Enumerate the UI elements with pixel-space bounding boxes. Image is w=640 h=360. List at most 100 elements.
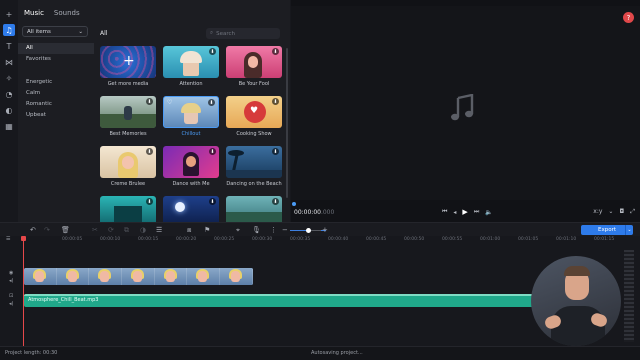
download-icon[interactable]: ⬇: [209, 48, 216, 55]
color-adjust-icon[interactable]: ◑: [140, 226, 146, 234]
next-frame-icon[interactable]: ⏭: [474, 208, 479, 216]
card-label: Chillout: [181, 131, 201, 137]
stickers-icon[interactable]: ◐: [3, 104, 15, 116]
fullscreen-icon[interactable]: ⤢: [630, 208, 635, 216]
undo-icon[interactable]: ↶: [30, 226, 36, 234]
media-card-best-memories[interactable]: ⬇ Best Memories: [100, 96, 156, 146]
cut-icon[interactable]: ✂: [92, 226, 98, 234]
zoom-slider-track-rest: [311, 230, 321, 231]
media-card-11[interactable]: ⬇: [163, 196, 219, 222]
zoom-in-icon[interactable]: +: [322, 226, 328, 234]
video-clip[interactable]: [24, 268, 253, 285]
download-icon[interactable]: ⬇: [272, 148, 279, 155]
preview-player: ? 00:00:00.000 ⏮ ◂ ▶ ⏭ 🔈 x:y ⌄ ◘ ⤢: [291, 0, 640, 222]
category-calm[interactable]: Calm: [18, 88, 94, 99]
search-input[interactable]: ⌕ Search: [206, 28, 280, 39]
chevron-down-icon[interactable]: ⌄: [608, 208, 613, 216]
download-icon[interactable]: ⬇: [272, 198, 279, 205]
thumbnail: ⬇: [100, 196, 156, 222]
download-icon[interactable]: ⬇: [146, 148, 153, 155]
thumbnail: ⬇: [163, 196, 219, 222]
category-favorites[interactable]: Favorites: [18, 54, 94, 65]
download-icon[interactable]: ⬇: [209, 198, 216, 205]
audio-track-mute-icon[interactable]: ◂): [9, 301, 13, 307]
video-track-mute-icon[interactable]: ◂): [9, 278, 13, 284]
snapshot-icon[interactable]: ◘: [619, 208, 624, 216]
preview-scrubber[interactable]: [292, 202, 296, 206]
media-card-cooking-show[interactable]: ♥ ⬇ Cooking Show: [226, 96, 282, 146]
marker-flag-icon[interactable]: ⚑: [204, 226, 210, 234]
items-filter-dropdown[interactable]: All items ⌄: [22, 26, 88, 37]
media-card-12[interactable]: ⬇: [226, 196, 282, 222]
transitions-icon[interactable]: ⋈: [3, 56, 15, 68]
category-upbeat[interactable]: Upbeat: [18, 110, 94, 121]
library-panel: Music Sounds All items ⌄ All Favorites E…: [18, 0, 290, 222]
download-icon[interactable]: ⬇: [146, 98, 153, 105]
download-icon[interactable]: ⬇: [272, 98, 279, 105]
timeline-playhead[interactable]: [23, 236, 24, 346]
previous-frame-icon[interactable]: ⏮: [442, 208, 447, 216]
heart-icon: ♥: [250, 106, 259, 116]
clip-frame: [89, 268, 123, 285]
thumbnail: ⬇: [163, 146, 219, 178]
media-card-attention[interactable]: ⬇ Attention: [163, 46, 219, 96]
step-back-icon[interactable]: ◂: [453, 209, 456, 216]
download-icon[interactable]: ⬇: [208, 99, 215, 106]
category-energetic[interactable]: Energetic: [18, 77, 94, 88]
play-icon[interactable]: ▶: [462, 208, 467, 216]
audio-level-meter: [624, 250, 634, 342]
download-icon[interactable]: ⬇: [146, 198, 153, 205]
thumbnail: ⬇: [226, 46, 282, 78]
more-tools-icon[interactable]: ▦: [3, 120, 15, 132]
ruler-tick: 00:00:30: [252, 237, 273, 242]
download-icon[interactable]: ⬇: [209, 148, 216, 155]
media-card-dancing-on-the-beach[interactable]: ⬇ Dancing on the Beach: [226, 146, 282, 196]
category-all[interactable]: All: [18, 43, 94, 54]
location-pin-icon[interactable]: ⌖: [236, 226, 240, 235]
add-icon[interactable]: +: [3, 8, 15, 20]
aspect-ratio-select[interactable]: x:y: [593, 208, 602, 216]
media-card-get-more[interactable]: + Get more media: [100, 46, 156, 96]
card-label: Dance with Me: [172, 181, 210, 187]
help-button[interactable]: ?: [623, 12, 634, 23]
media-card-10[interactable]: ⬇: [100, 196, 156, 222]
rotate-icon[interactable]: ⟳: [108, 226, 114, 234]
overlay-icon[interactable]: ⧈: [187, 226, 191, 235]
media-card-creme-brulee[interactable]: ⬇ Creme Brulee: [100, 146, 156, 196]
volume-icon[interactable]: 🔈: [485, 209, 492, 216]
tab-music[interactable]: Music: [24, 9, 44, 17]
time-ruler[interactable]: 00:00:05 00:00:10 00:00:15 00:00:20 00:0…: [22, 236, 614, 244]
favorite-icon[interactable]: ♡: [167, 99, 172, 106]
track-list-icon[interactable]: ☰: [6, 236, 10, 242]
download-icon[interactable]: ⬇: [272, 48, 279, 55]
music-icon[interactable]: ♫: [3, 24, 15, 36]
audio-clip[interactable]: Atmosphere_Chill_Beat.mp3: [24, 294, 534, 307]
zoom-out-icon[interactable]: −: [282, 226, 288, 234]
zoom-slider-handle[interactable]: [306, 228, 311, 233]
thumbnail: ⬇: [100, 146, 156, 178]
properties-icon[interactable]: ☰: [156, 226, 162, 234]
track-controls: ☰ ◉ ◂) ⊡ ◂): [0, 236, 22, 346]
delete-icon[interactable]: 🗑: [61, 226, 70, 234]
export-options-chevron-icon[interactable]: ⌄: [625, 225, 633, 235]
crop-icon[interactable]: ⧉: [124, 226, 129, 235]
titles-icon[interactable]: T: [3, 40, 15, 52]
app-window: + ♫ T ⋈ ✧ ◔ ◐ ▦ Music Sounds All items ⌄…: [0, 0, 640, 360]
redo-icon[interactable]: ↷: [44, 226, 50, 234]
category-romantic[interactable]: Romantic: [18, 99, 94, 110]
playhead-handle[interactable]: [21, 236, 26, 241]
filters-icon[interactable]: ◔: [3, 88, 15, 100]
tab-sounds[interactable]: Sounds: [54, 9, 80, 17]
chevron-down-icon: ⌄: [78, 28, 83, 35]
export-button[interactable]: Export ⌄: [581, 225, 633, 235]
microphone-icon[interactable]: 🎙: [252, 226, 261, 234]
more-icon[interactable]: ⋮: [270, 226, 277, 234]
ruler-tick: 00:00:40: [328, 237, 349, 242]
media-card-dance-with-me[interactable]: ⬇ Dance with Me: [163, 146, 219, 196]
media-card-chillout[interactable]: ♡ ⬇ Chillout: [163, 96, 219, 146]
effects-icon[interactable]: ✧: [3, 72, 15, 84]
audio-track-lock-icon[interactable]: ⊡: [9, 293, 13, 299]
video-track-eye-icon[interactable]: ◉: [9, 270, 13, 276]
library-scrollbar[interactable]: [286, 48, 288, 198]
media-card-be-your-fool[interactable]: ⬇ Be Your Fool: [226, 46, 282, 96]
